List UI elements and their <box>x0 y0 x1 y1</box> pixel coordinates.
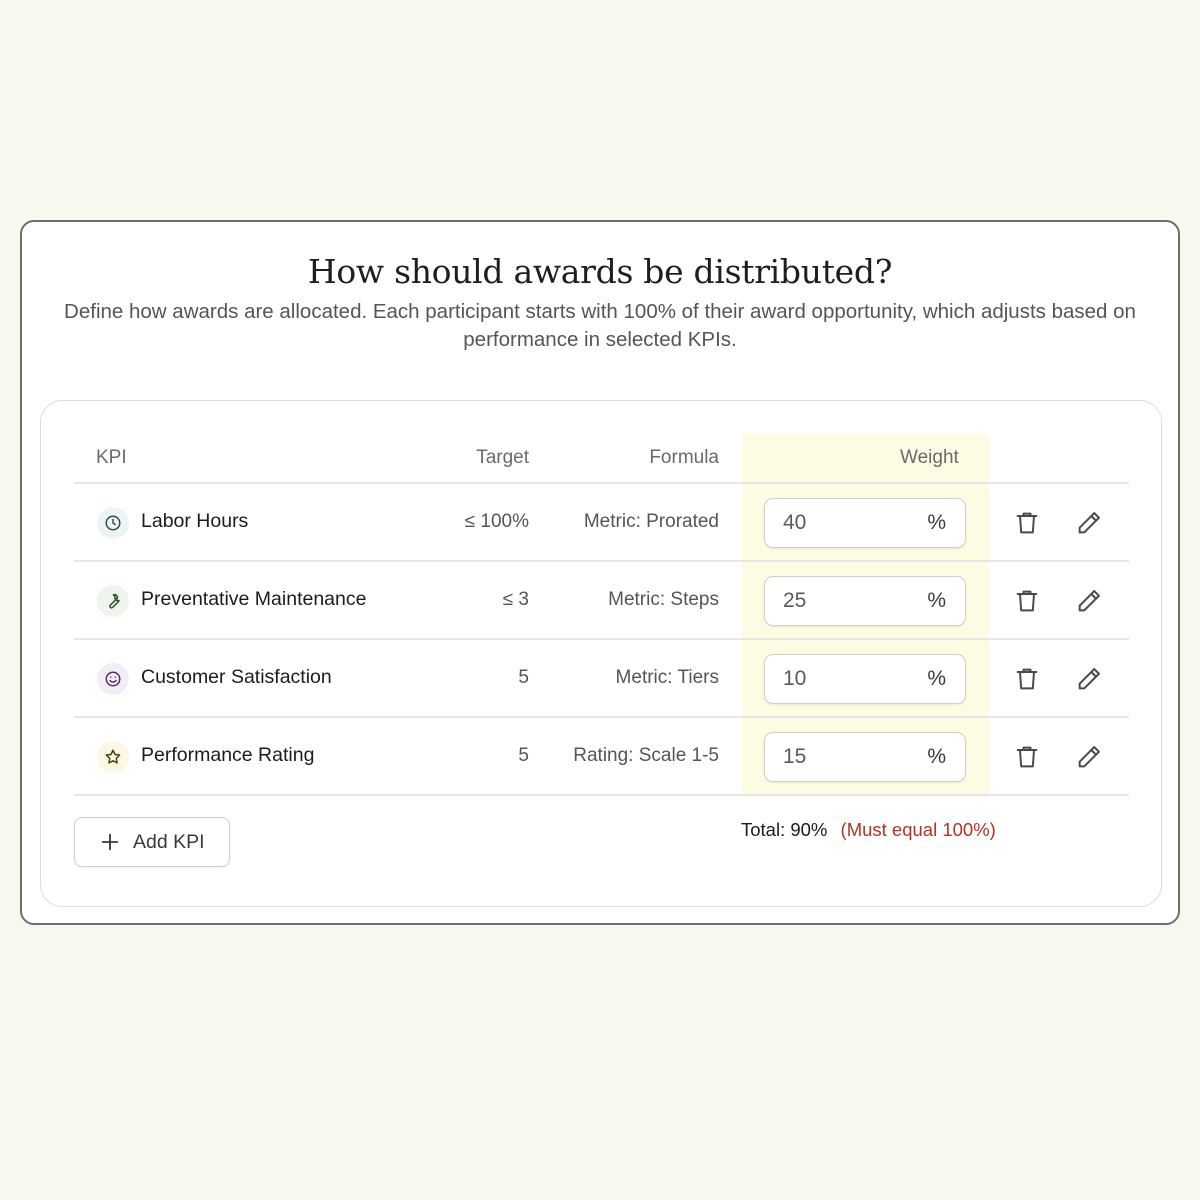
trash-icon[interactable] <box>1011 741 1043 773</box>
add-kpi-button[interactable]: Add KPI <box>74 817 230 867</box>
smiley-icon <box>97 663 129 695</box>
pencil-icon[interactable] <box>1073 507 1105 539</box>
kpi-name: Labor Hours <box>141 510 249 532</box>
kpi-target: ≤ 100% <box>464 511 529 532</box>
award-distribution-card: How should awards be distributed? Define… <box>20 220 1180 925</box>
total-label: Total: 90% <box>741 819 828 840</box>
page-subtitle: Define how awards are allocated. Each pa… <box>64 300 1136 351</box>
header-target: Target <box>476 447 529 468</box>
weight-value: 10 <box>783 667 807 690</box>
kpi-name: Preventative Maintenance <box>141 588 367 610</box>
kpi-target: ≤ 3 <box>502 589 529 610</box>
table-row: Labor Hours ≤ 100% Metric: Prorated 40 % <box>74 484 1129 562</box>
kpi-name: Performance Rating <box>141 744 315 766</box>
kpi-formula: Metric: Tiers <box>615 667 719 688</box>
kpi-target: 5 <box>518 667 529 688</box>
table-row: Preventative Maintenance ≤ 3 Metric: Ste… <box>74 562 1129 640</box>
total-warning: (Must equal 100%) <box>840 819 996 840</box>
kpi-target: 5 <box>518 745 529 766</box>
header-kpi: KPI <box>96 447 127 468</box>
star-icon <box>97 741 129 773</box>
weight-input[interactable]: 40 % <box>764 498 966 548</box>
percent-unit: % <box>927 745 946 768</box>
percent-unit: % <box>927 589 946 612</box>
pencil-icon[interactable] <box>1073 741 1105 773</box>
add-kpi-label: Add KPI <box>133 830 205 853</box>
weight-input[interactable]: 10 % <box>764 654 966 704</box>
trash-icon[interactable] <box>1011 663 1043 695</box>
kpi-formula: Rating: Scale 1-5 <box>573 745 719 766</box>
clock-icon <box>97 507 129 539</box>
kpi-table-panel: KPI Target Formula Weight Labor Hours ≤ … <box>40 400 1162 907</box>
weight-value: 15 <box>783 745 807 768</box>
total-summary: Total: 90% (Must equal 100%) <box>741 819 996 841</box>
table-header: KPI Target Formula Weight <box>74 434 1129 484</box>
header-weight: Weight <box>900 447 959 468</box>
pencil-icon[interactable] <box>1073 585 1105 617</box>
weight-value: 25 <box>783 589 807 612</box>
percent-unit: % <box>927 667 946 690</box>
table-row: Performance Rating 5 Rating: Scale 1-5 1… <box>74 718 1129 796</box>
weight-input[interactable]: 15 % <box>764 732 966 782</box>
trash-icon[interactable] <box>1011 507 1043 539</box>
kpi-formula: Metric: Prorated <box>583 511 719 532</box>
kpi-formula: Metric: Steps <box>608 589 719 610</box>
trash-icon[interactable] <box>1011 585 1043 617</box>
weight-input[interactable]: 25 % <box>764 576 966 626</box>
wrench-icon <box>97 585 129 617</box>
percent-unit: % <box>927 511 946 534</box>
plus-icon <box>101 833 119 851</box>
kpi-name: Customer Satisfaction <box>141 666 332 688</box>
weight-value: 40 <box>783 511 807 534</box>
table-row: Customer Satisfaction 5 Metric: Tiers 10… <box>74 640 1129 718</box>
pencil-icon[interactable] <box>1073 663 1105 695</box>
page-title: How should awards be distributed? <box>307 252 893 291</box>
header-formula: Formula <box>649 447 719 468</box>
